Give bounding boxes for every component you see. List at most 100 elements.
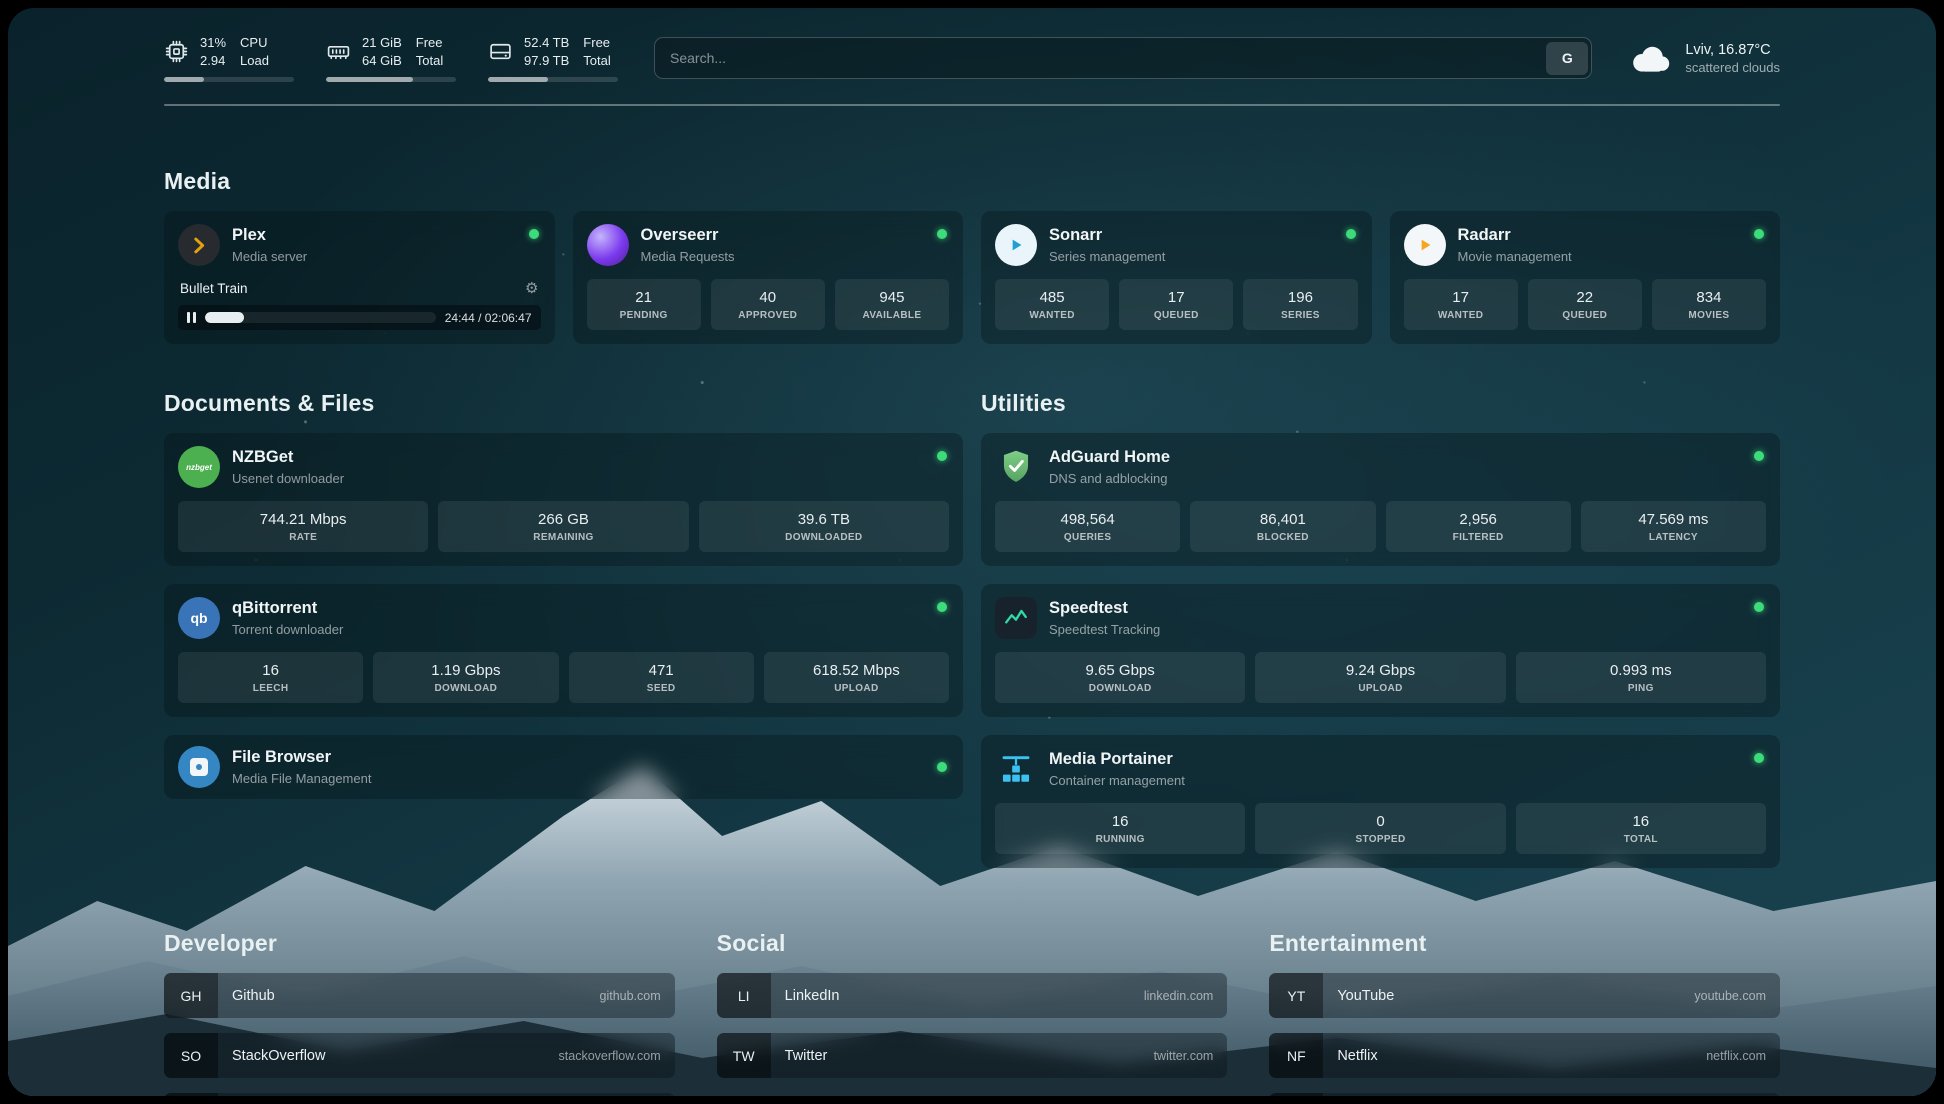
stat-value: 266 GB [442, 511, 684, 528]
stat-value: 618.52 Mbps [768, 662, 945, 679]
stat-label: MOVIES [1656, 310, 1762, 321]
bookmark-abbr-badge: DT [164, 1093, 218, 1096]
stat-value: 17 [1123, 289, 1229, 306]
stat-label: TOTAL [1520, 834, 1762, 845]
plex-icon [178, 224, 220, 266]
search-provider-button[interactable]: G [1546, 42, 1588, 75]
gear-icon[interactable]: ⚙ [525, 279, 538, 297]
memory-icon [326, 39, 351, 64]
bookmark-link[interactable]: NFNetflixnetflix.com [1269, 1033, 1780, 1078]
service-stats: 744.21 MbpsRATE266 GBREMAINING39.6 TBDOW… [178, 501, 949, 552]
disk-progress-bar [488, 77, 618, 82]
service-description: Series management [1049, 249, 1165, 264]
service-card-filebrowser[interactable]: File Browser Media File Management [164, 735, 963, 799]
bookmark-url: stackoverflow.com [559, 1049, 661, 1063]
stat-box: 0STOPPED [1255, 803, 1505, 854]
service-card-qbittorrent[interactable]: qb qBittorrent Torrent downloader 16LEEC… [164, 584, 963, 717]
service-stats: 9.65 GbpsDOWNLOAD9.24 GbpsUPLOAD0.993 ms… [995, 652, 1766, 703]
service-description: Speedtest Tracking [1049, 622, 1160, 637]
stat-box: 196SERIES [1243, 279, 1357, 330]
stat-label: QUERIES [999, 532, 1176, 543]
bookmark-abbr-badge: SO [164, 1033, 218, 1078]
stat-box: 485WANTED [995, 279, 1109, 330]
stat-value: 22 [1532, 289, 1638, 306]
documents-column: Documents & Files nzbget NZBGet Usenet d… [164, 390, 963, 799]
topbar: 31% 2.94 CPU Load [164, 34, 1780, 82]
bookmark-list-entertainment: YTYouTubeyoutube.com NFNetflixnetflix.com… [1269, 973, 1780, 1096]
service-description: DNS and adblocking [1049, 471, 1170, 486]
stat-value: 498,564 [999, 511, 1176, 528]
bookmark-abbr-badge: LI [717, 973, 771, 1018]
service-description: Movie management [1458, 249, 1572, 264]
stat-box: 498,564 QUERIES [995, 501, 1180, 552]
bookmark-link[interactable]: TWTwittertwitter.com [717, 1033, 1228, 1078]
disk-total-value: 97.9 TB [524, 52, 569, 70]
cpu-sub-value: 2.94 [200, 52, 226, 70]
service-description: Usenet downloader [232, 471, 344, 486]
disk-label-1: Free [583, 34, 610, 52]
stat-value: 86,401 [1194, 511, 1371, 528]
bookmark-link[interactable]: SOStackOverflowstackoverflow.com [164, 1033, 675, 1078]
stat-label: FILTERED [1390, 532, 1567, 543]
stat-box: 22QUEUED [1528, 279, 1642, 330]
stat-label: RATE [182, 532, 424, 543]
stat-value: 16 [182, 662, 359, 679]
pause-icon[interactable] [187, 312, 196, 323]
stat-box: 17QUEUED [1119, 279, 1233, 330]
bookmark-link[interactable]: YTYouTubeyoutube.com [1269, 973, 1780, 1018]
stat-value: 471 [573, 662, 750, 679]
bookmark-list-social: LILinkedInlinkedin.com TWTwittertwitter.c… [717, 973, 1228, 1078]
section-heading-media: Media [164, 168, 1780, 195]
playback-progress-bar[interactable] [205, 312, 436, 323]
stat-value: 1.19 Gbps [377, 662, 554, 679]
service-card-speedtest[interactable]: Speedtest Speedtest Tracking 9.65 GbpsDO… [981, 584, 1780, 717]
stat-value: 196 [1247, 289, 1353, 306]
stat-box: 471SEED [569, 652, 754, 703]
cpu-icon [164, 39, 189, 64]
disk-widget: 52.4 TB 97.9 TB Free Total [488, 34, 618, 82]
service-stats: 21PENDING40APPROVED945AVAILABLE [587, 279, 950, 330]
bookmark-link[interactable]: DTDEVdev.to [164, 1093, 675, 1096]
service-card-adguard[interactable]: AdGuard Home DNS and adblocking 498,564Q… [981, 433, 1780, 566]
cpu-value: 31% [200, 34, 226, 52]
bookmark-link[interactable]: GHGithubgithub.com [164, 973, 675, 1018]
stat-label: PING [1520, 683, 1762, 694]
service-card-nzbget[interactable]: nzbget NZBGet Usenet downloader 744.21 M… [164, 433, 963, 566]
bookmark-link[interactable]: LILinkedInlinkedin.com [717, 973, 1228, 1018]
service-description: Media File Management [232, 771, 371, 786]
stat-box: 86,401BLOCKED [1190, 501, 1375, 552]
stat-box: 9.24 GbpsUPLOAD [1255, 652, 1505, 703]
service-stats: 16RUNNING0STOPPED16TOTAL [995, 803, 1766, 854]
section-heading-developer: Developer [164, 930, 675, 957]
bookmark-abbr-badge: NF [1269, 1033, 1323, 1078]
service-card-portainer[interactable]: Media Portainer Container management 16R… [981, 735, 1780, 868]
stat-value: 40 [715, 289, 821, 306]
stat-box: 744.21 MbpsRATE [178, 501, 428, 552]
stat-value: 945 [839, 289, 945, 306]
bookmark-abbr-badge: TW [717, 1033, 771, 1078]
search-input[interactable] [658, 50, 1546, 66]
memory-progress-bar [326, 77, 456, 82]
service-card-plex[interactable]: Plex Media server Bullet Train ⚙ 24:44 /… [164, 211, 555, 344]
cpu-progress-bar [164, 77, 294, 82]
memory-label-1: Free [416, 34, 443, 52]
section-documents-utilities: Documents & Files nzbget NZBGet Usenet d… [164, 390, 1780, 868]
stat-box: 16TOTAL [1516, 803, 1766, 854]
now-playing-title: Bullet Train [180, 281, 248, 296]
search-bar[interactable]: G [654, 37, 1592, 79]
bookmark-link[interactable]: RERedditreddit.com [1269, 1093, 1780, 1096]
stat-box: 2,956FILTERED [1386, 501, 1571, 552]
bookmark-url: linkedin.com [1144, 989, 1213, 1003]
bookmark-url: youtube.com [1694, 989, 1766, 1003]
service-name: Plex [232, 226, 307, 246]
bookmark-abbr-badge: YT [1269, 973, 1323, 1018]
bookmark-url: twitter.com [1154, 1049, 1214, 1063]
stat-box: 47.569 msLATENCY [1581, 501, 1766, 552]
stat-label: RUNNING [999, 834, 1241, 845]
service-card-sonarr[interactable]: Sonarr Series management 485WANTED17QUEU… [981, 211, 1372, 344]
bookmarks-developer: Developer GHGithubgithub.com SOStackOverf… [164, 930, 675, 1096]
service-card-radarr[interactable]: Radarr Movie management 17WANTED22QUEUED… [1390, 211, 1781, 344]
service-card-overseerr[interactable]: Overseerr Media Requests 21PENDING40APPR… [573, 211, 964, 344]
bookmark-name: Github [232, 988, 275, 1004]
plex-player-bar[interactable]: 24:44 / 02:06:47 [178, 305, 541, 330]
